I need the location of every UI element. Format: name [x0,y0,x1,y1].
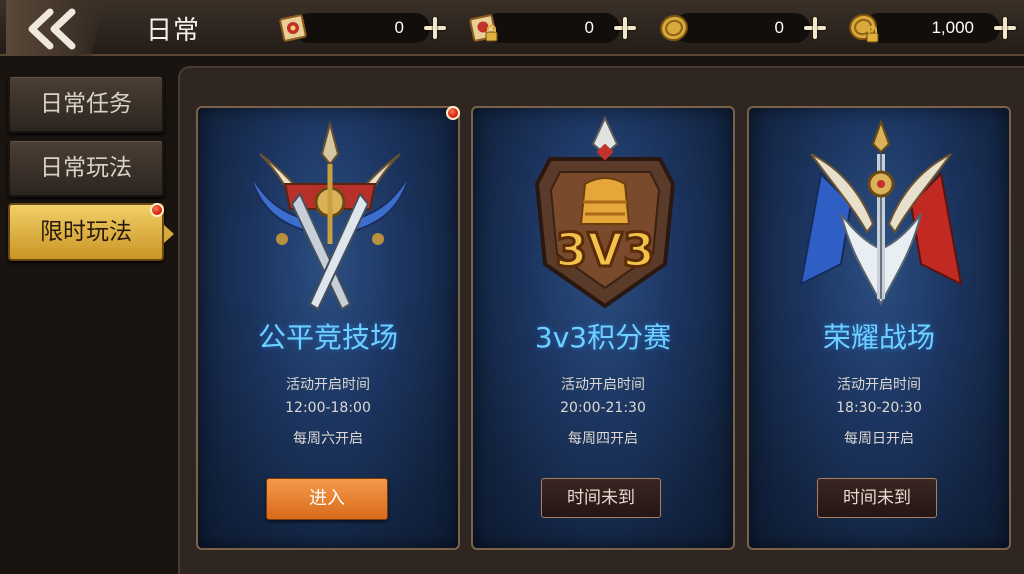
currency-value: 0 [584,18,594,37]
back-button[interactable] [6,0,106,56]
event-schedule: 每周六开启 [293,431,363,447]
winged-banner-emblem-icon [799,119,963,307]
scroll-icon [279,14,307,42]
event-schedule: 每周日开启 [844,431,914,447]
currency-value: 0 [394,18,404,37]
event-title: 3v3积分赛 [534,321,672,354]
event-card-fair-arena[interactable]: 公平竞技场 活动开启时间 12:00-18:00 每周六开启 进入 [196,106,460,550]
time-not-reached-button[interactable]: 时间未到 [541,478,661,518]
currency-gold: 0 [656,10,831,46]
event-time-label: 活动开启时间 [286,377,370,393]
sidebar-tab-label: 日常玩法 [40,155,132,181]
event-time: 18:30-20:30 [836,400,922,416]
enter-button[interactable]: 进入 [266,478,388,520]
top-bar: 日常 0 0 0 1,000 [0,0,1024,56]
event-time-label: 活动开启时间 [837,377,921,393]
event-card-3v3-points[interactable]: 3V3 3v3积分赛 活动开启时间 20:00-21:30 每周四开启 时间未到 [471,106,735,550]
sidebar-tab-label: 日常任务 [40,91,132,117]
notification-badge [150,203,164,217]
locked-coin-icon [849,13,879,43]
add-currency-button[interactable] [610,13,640,43]
event-time: 20:00-21:30 [560,400,646,416]
emblem-3v3-text: 3V3 [555,223,655,277]
sidebar-tab-label: 限时玩法 [40,219,132,245]
event-card-glory-battlefield[interactable]: 荣耀战场 活动开启时间 18:30-20:30 每周日开启 时间未到 [747,106,1011,550]
crossed-swords-emblem-icon [249,120,411,311]
add-currency-button[interactable] [990,13,1020,43]
add-currency-button[interactable] [800,13,830,43]
event-title: 荣耀战场 [822,321,935,354]
gold-coin-icon [660,14,688,42]
time-not-reached-button[interactable]: 时间未到 [817,478,937,518]
3v3-shield-emblem-icon: 3V3 [534,115,676,309]
event-schedule: 每周四开启 [568,431,638,447]
currency-value: 1,000 [931,18,974,37]
add-currency-button[interactable] [420,13,450,43]
currency-scroll: 0 [276,10,451,46]
sidebar-tab-daily-modes[interactable]: 日常玩法 [8,139,164,197]
page-title: 日常 [146,16,201,46]
event-title: 公平竞技场 [257,321,398,354]
sidebar-tab-daily-tasks[interactable]: 日常任务 [8,75,164,133]
currency-value: 0 [774,18,784,37]
notification-badge [446,106,460,120]
locked-scroll-icon [469,14,498,42]
currency-locked-scroll: 0 [466,10,641,46]
sidebar-tab-limited-modes[interactable]: 限时玩法 [8,203,174,261]
currency-locked-gold: 1,000 [846,10,1021,46]
event-time: 12:00-18:00 [285,400,371,416]
double-chevron-left-icon [28,8,76,50]
event-time-label: 活动开启时间 [561,377,645,393]
